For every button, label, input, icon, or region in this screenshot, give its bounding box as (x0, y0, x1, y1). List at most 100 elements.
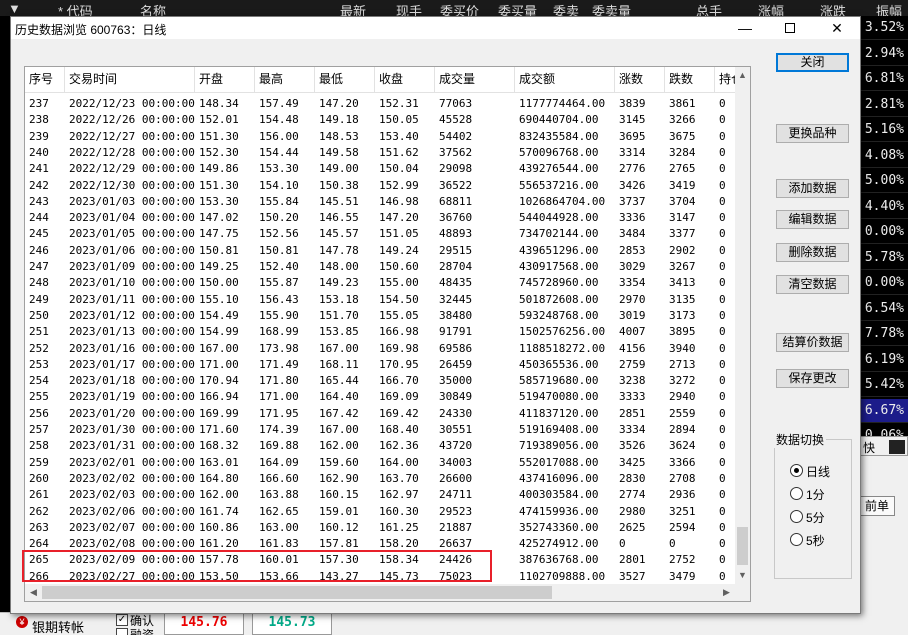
dialog-titlebar[interactable]: 历史数据浏览 600763：日线 — ✕ (11, 17, 860, 39)
add-data-button[interactable]: 添加数据 (776, 179, 849, 198)
table-row[interactable]: 259 2023/02/01 00:00:00 163.01 164.09 159.60… (25, 454, 735, 471)
cell-open: 150.00 (199, 276, 239, 290)
column-header-volume[interactable]: 成交量 (435, 67, 515, 93)
amplitude-value[interactable]: 2.94% (860, 42, 908, 66)
amplitude-value[interactable]: 7.78% (860, 322, 908, 346)
scroll-right-icon[interactable]: ▶ (718, 584, 735, 601)
amplitude-value[interactable]: 6.19% (860, 348, 908, 372)
column-header-down-count[interactable]: 跌数 (665, 67, 715, 93)
table-row[interactable]: 244 2023/01/04 00:00:00 147.02 150.20 146.55… (25, 209, 735, 226)
column-header-open[interactable]: 开盘 (195, 67, 255, 93)
vertical-scrollbar[interactable]: ▲ ▼ (735, 67, 750, 584)
amplitude-value[interactable]: 4.08% (860, 144, 908, 168)
table-row[interactable]: 239 2022/12/27 00:00:00 151.30 156.00 148.53… (25, 128, 735, 145)
bank-transfer-link[interactable]: 银期转帐 (32, 617, 84, 635)
cell-seq: 252 (29, 341, 49, 355)
header-dropdown-icon[interactable]: ▼ (8, 1, 21, 16)
change-symbol-button[interactable]: 更换品种 (776, 124, 849, 143)
scroll-up-icon[interactable]: ▲ (735, 67, 750, 84)
radio-1[interactable] (790, 487, 803, 500)
amplitude-value[interactable]: 2.81% (860, 93, 908, 117)
radio-2[interactable] (790, 510, 803, 523)
table-row[interactable]: 246 2023/01/06 00:00:00 150.81 150.81 147.78… (25, 242, 735, 259)
table-row[interactable]: 254 2023/01/18 00:00:00 170.94 171.80 165.44… (25, 372, 735, 389)
history-data-grid[interactable]: 序号交易时间开盘最高最低收盘成交量成交额涨数跌数持仓 237 2022/12/23 … (24, 66, 751, 602)
table-row[interactable]: 240 2022/12/28 00:00:00 152.30 154.44 149.58… (25, 144, 735, 161)
cell-up-count: 2801 (619, 553, 646, 567)
radio-3[interactable] (790, 533, 803, 546)
table-row[interactable]: 237 2022/12/23 00:00:00 148.34 157.49 147.20… (25, 95, 735, 112)
amplitude-value[interactable]: 3.52% (860, 16, 908, 40)
radio-label[interactable]: 5秒 (806, 532, 825, 549)
table-row[interactable]: 252 2023/01/16 00:00:00 167.00 173.98 167.00… (25, 340, 735, 357)
scroll-down-icon[interactable]: ▼ (735, 567, 750, 584)
amplitude-value[interactable]: 6.67% (860, 398, 908, 423)
amplitude-value[interactable]: 5.78% (860, 246, 908, 270)
ask-price-box[interactable]: 145.73 (252, 612, 332, 635)
vertical-scroll-thumb[interactable] (737, 527, 748, 565)
amplitude-value[interactable]: 5.16% (860, 118, 908, 142)
column-header-open-interest[interactable]: 持仓 (715, 67, 735, 93)
amplitude-value[interactable]: 4.40% (860, 195, 908, 219)
amplitude-value[interactable]: 0.00% (860, 271, 908, 295)
table-row[interactable]: 260 2023/02/02 00:00:00 164.80 166.60 162.90… (25, 470, 735, 487)
edit-data-button[interactable]: 编辑数据 (776, 210, 849, 229)
amplitude-value[interactable]: 6.54% (860, 297, 908, 321)
table-row[interactable]: 256 2023/01/20 00:00:00 169.99 171.95 167.42… (25, 405, 735, 422)
radio-label[interactable]: 1分 (806, 486, 825, 503)
bg-tab-label[interactable]: 快 (863, 439, 875, 456)
delete-data-button[interactable]: 删除数据 (776, 243, 849, 262)
radio-0[interactable] (790, 464, 803, 477)
horizontal-scroll-thumb[interactable] (42, 586, 552, 599)
close-window-button[interactable]: ✕ (814, 17, 860, 39)
column-header-seq[interactable]: 序号 (25, 67, 65, 93)
table-row[interactable]: 255 2023/01/19 00:00:00 166.94 171.00 164.40… (25, 388, 735, 405)
column-header-up-count[interactable]: 涨数 (615, 67, 665, 93)
bg-tab-arrow-icon[interactable] (889, 440, 905, 454)
amplitude-value[interactable]: 6.81% (860, 67, 908, 91)
settlement-price-button[interactable]: 结算价数据 (776, 333, 849, 352)
table-row[interactable]: 238 2022/12/26 00:00:00 152.01 154.48 149.18… (25, 111, 735, 128)
column-header-amount[interactable]: 成交额 (515, 67, 615, 93)
column-header-close[interactable]: 收盘 (375, 67, 435, 93)
table-row[interactable]: 241 2022/12/29 00:00:00 149.86 153.30 149.00… (25, 160, 735, 177)
radio-label[interactable]: 5分 (806, 509, 825, 526)
column-header-low[interactable]: 最低 (315, 67, 375, 93)
table-row[interactable]: 247 2023/01/09 00:00:00 149.25 152.40 148.00… (25, 258, 735, 275)
table-row[interactable]: 263 2023/02/07 00:00:00 160.86 163.00 160.12… (25, 519, 735, 536)
clear-data-button[interactable]: 清空数据 (776, 275, 849, 294)
confirm-checkbox[interactable]: ✓ (116, 614, 128, 626)
table-row[interactable]: 257 2023/01/30 00:00:00 171.60 174.39 167.00… (25, 421, 735, 438)
column-header-time[interactable]: 交易时间 (65, 67, 195, 93)
amplitude-value[interactable]: 0.00% (860, 220, 908, 244)
amplitude-value[interactable]: 5.00% (860, 169, 908, 193)
margin-checkbox[interactable] (116, 628, 128, 635)
table-row[interactable]: 251 2023/01/13 00:00:00 154.99 168.99 153.85… (25, 323, 735, 340)
horizontal-scrollbar[interactable]: ◀ ▶ (25, 584, 735, 601)
table-row[interactable]: 253 2023/01/17 00:00:00 171.00 171.49 168.11… (25, 356, 735, 373)
cell-time: 2023/01/19 00:00:00 (69, 390, 195, 404)
table-row[interactable]: 249 2023/01/11 00:00:00 155.10 156.43 153.18… (25, 291, 735, 308)
table-row[interactable]: 258 2023/01/31 00:00:00 168.32 169.88 162.00… (25, 437, 735, 454)
cell-high: 173.98 (259, 341, 299, 355)
table-row[interactable]: 245 2023/01/05 00:00:00 147.75 152.56 145.57… (25, 225, 735, 242)
maximize-button[interactable] (768, 17, 814, 39)
table-row[interactable]: 248 2023/01/10 00:00:00 150.00 155.87 149.23… (25, 274, 735, 291)
bg-order-button[interactable]: 前单 (859, 496, 895, 516)
radio-label[interactable]: 日线 (806, 463, 830, 480)
minimize-button[interactable]: — (722, 17, 768, 39)
amplitude-value[interactable]: 5.42% (860, 373, 908, 397)
table-row[interactable]: 242 2022/12/30 00:00:00 151.30 154.10 150.38… (25, 177, 735, 194)
bid-price-box[interactable]: 145.76 (164, 612, 244, 635)
table-row[interactable]: 261 2023/02/03 00:00:00 162.00 163.88 160.15… (25, 486, 735, 503)
table-row[interactable]: 250 2023/01/12 00:00:00 154.49 155.90 151.70… (25, 307, 735, 324)
close-button[interactable]: 关闭 (776, 53, 849, 72)
table-row[interactable]: 243 2023/01/03 00:00:00 153.30 155.84 145.51… (25, 193, 735, 210)
save-changes-button[interactable]: 保存更改 (776, 369, 849, 388)
table-row[interactable]: 262 2023/02/06 00:00:00 161.74 162.65 159.01… (25, 503, 735, 520)
cell-low: 162.90 (319, 471, 359, 485)
cell-down-count: 3861 (669, 97, 696, 110)
column-header-high[interactable]: 最高 (255, 67, 315, 93)
bg-tab-bar[interactable]: 快 (860, 436, 908, 456)
scroll-left-icon[interactable]: ◀ (25, 584, 42, 601)
